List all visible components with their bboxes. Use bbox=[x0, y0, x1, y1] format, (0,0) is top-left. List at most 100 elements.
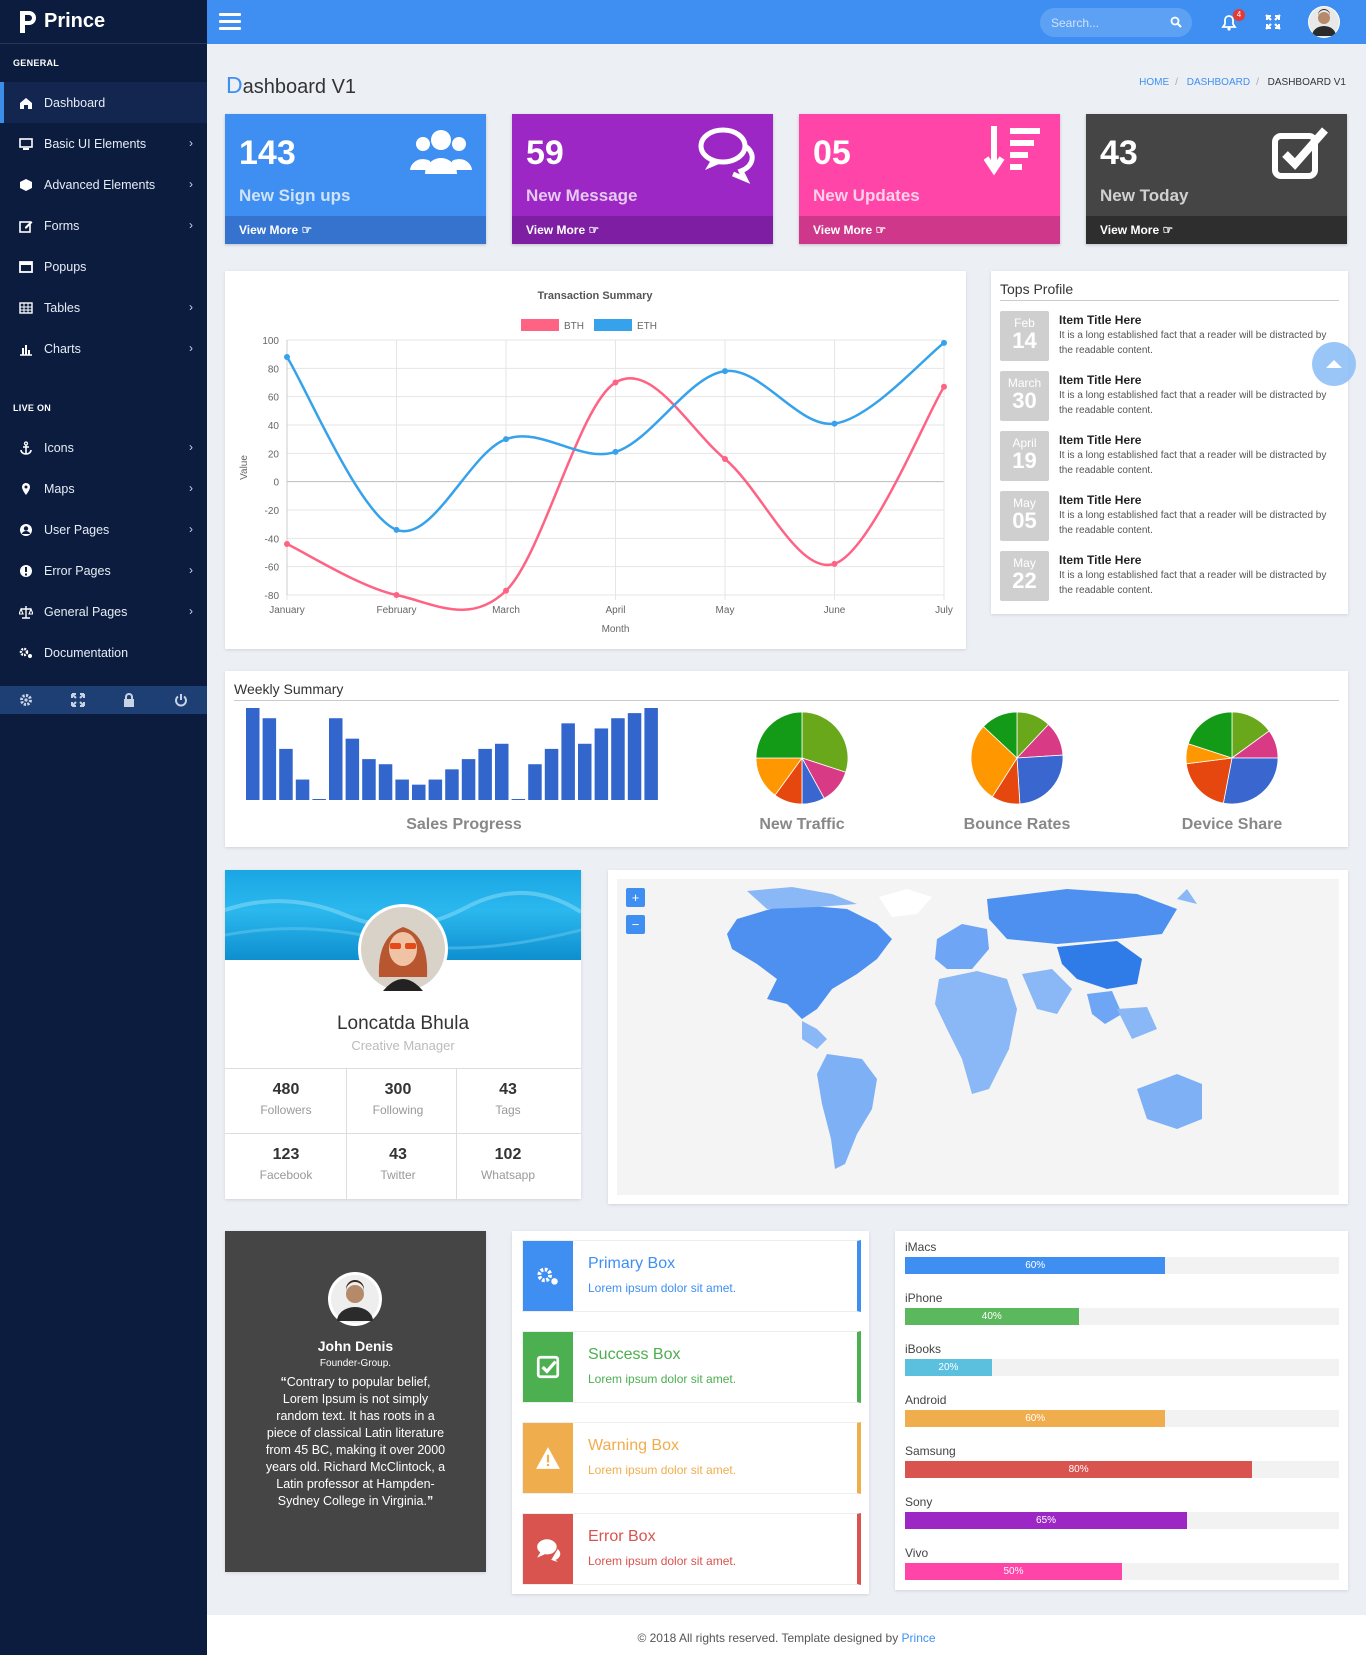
menu-toggle-icon[interactable] bbox=[219, 13, 241, 31]
sales-bar[interactable] bbox=[544, 748, 559, 800]
info-box-warning-box[interactable]: Warning Box Lorem ipsum dolor sit amet. bbox=[522, 1422, 861, 1494]
data-point-eth[interactable] bbox=[503, 436, 509, 443]
info-box-success-box[interactable]: Success Box Lorem ipsum dolor sit amet. bbox=[522, 1331, 861, 1403]
profile-stat-followers[interactable]: 480 Followers bbox=[231, 1081, 341, 1117]
sales-bar[interactable] bbox=[495, 743, 509, 800]
pie-chart-new-traffic bbox=[754, 710, 850, 806]
breadcrumb-home[interactable]: HOME bbox=[1139, 77, 1169, 88]
sidebar-item-icons[interactable]: Icons › bbox=[0, 427, 207, 468]
sales-bar[interactable] bbox=[262, 718, 277, 800]
map-zoom-out-button[interactable]: − bbox=[626, 915, 645, 934]
sales-bar[interactable] bbox=[312, 799, 326, 800]
data-point-eth[interactable] bbox=[393, 526, 400, 533]
profile-stat-facebook[interactable]: 123 Facebook bbox=[231, 1146, 341, 1182]
user-avatar[interactable] bbox=[1308, 6, 1340, 38]
sales-bar[interactable] bbox=[478, 748, 492, 800]
sales-bar[interactable] bbox=[395, 779, 409, 800]
view-more-link[interactable]: View More ☞ bbox=[512, 216, 773, 244]
search-input[interactable]: Search... bbox=[1040, 8, 1192, 37]
sales-bar[interactable] bbox=[511, 799, 526, 800]
sidebar-item-charts[interactable]: Charts › bbox=[0, 328, 207, 369]
data-point-eth[interactable] bbox=[284, 354, 290, 360]
lock-icon[interactable] bbox=[122, 693, 136, 707]
data-point-bth[interactable] bbox=[503, 587, 509, 594]
profile-avatar[interactable] bbox=[358, 904, 448, 994]
power-icon[interactable] bbox=[174, 693, 188, 707]
view-more-link[interactable]: View More ☞ bbox=[225, 216, 486, 244]
data-point-bth[interactable] bbox=[722, 456, 728, 462]
sidebar-item-user-pages[interactable]: User Pages › bbox=[0, 509, 207, 550]
settings-icon[interactable] bbox=[19, 693, 33, 707]
sidebar-item-dashboard[interactable]: Dashboard bbox=[0, 82, 207, 123]
box-title: Primary Box bbox=[588, 1255, 676, 1272]
sidebar-item-popups[interactable]: Popups bbox=[0, 246, 207, 287]
sales-bar[interactable] bbox=[345, 738, 360, 800]
table-icon bbox=[18, 301, 34, 315]
search-icon[interactable] bbox=[1170, 16, 1182, 28]
data-point-eth[interactable] bbox=[612, 448, 619, 455]
sidebar-item-forms[interactable]: Forms › bbox=[0, 205, 207, 246]
sidebar-item-general-pages[interactable]: General Pages › bbox=[0, 591, 207, 632]
sales-bar[interactable] bbox=[578, 743, 592, 800]
sales-bar[interactable] bbox=[561, 723, 575, 800]
sales-bar[interactable] bbox=[594, 728, 609, 800]
sales-bar[interactable] bbox=[412, 784, 426, 800]
world-map[interactable] bbox=[617, 879, 1339, 1195]
sales-bar[interactable] bbox=[362, 759, 376, 800]
sales-bar[interactable] bbox=[295, 779, 310, 800]
footer-brand-link[interactable]: Prince bbox=[902, 1631, 936, 1645]
sales-bar[interactable] bbox=[627, 713, 642, 800]
fullscreen-icon[interactable] bbox=[1264, 13, 1282, 31]
tops-profile-item[interactable]: May 05 Item Title Here It is a long estab… bbox=[1000, 491, 1366, 546]
data-point-bth[interactable] bbox=[612, 379, 619, 386]
info-box-error-box[interactable]: Error Box Lorem ipsum dolor sit amet. bbox=[522, 1513, 861, 1585]
sidebar-item-tables[interactable]: Tables › bbox=[0, 287, 207, 328]
sales-bar[interactable] bbox=[644, 708, 658, 800]
view-more-link[interactable]: View More ☞ bbox=[799, 216, 1060, 244]
sales-bar[interactable] bbox=[611, 718, 625, 800]
sales-bar[interactable] bbox=[246, 708, 260, 800]
sales-bar[interactable] bbox=[528, 764, 542, 800]
y-tick-label: 40 bbox=[268, 421, 280, 432]
sidebar-item-documentation[interactable]: Documentation bbox=[0, 632, 207, 673]
profile-stat-twitter[interactable]: 43 Twitter bbox=[343, 1146, 453, 1182]
data-point-bth[interactable] bbox=[284, 541, 290, 547]
pie-slice[interactable] bbox=[755, 711, 803, 759]
legend-swatch-eth[interactable] bbox=[594, 319, 632, 331]
profile-stat-tags[interactable]: 43 Tags bbox=[453, 1081, 563, 1117]
tops-profile-item[interactable]: May 22 Item Title Here It is a long estab… bbox=[1000, 551, 1366, 606]
sidebar-item-error-pages[interactable]: Error Pages › bbox=[0, 550, 207, 591]
data-point-eth[interactable] bbox=[722, 368, 728, 375]
sidebar-item-basic-ui-elements[interactable]: Basic UI Elements › bbox=[0, 123, 207, 164]
sales-bar[interactable] bbox=[445, 769, 459, 800]
legend-swatch-bth[interactable] bbox=[521, 319, 559, 331]
map-zoom-in-button[interactable]: + bbox=[626, 888, 645, 907]
sales-bar[interactable] bbox=[329, 718, 343, 800]
data-point-bth[interactable] bbox=[941, 383, 947, 390]
profile-stat-whatsapp[interactable]: 102 Whatsapp bbox=[453, 1146, 563, 1182]
brand[interactable]: Prince bbox=[0, 0, 207, 44]
sidebar-item-label: Tables bbox=[44, 300, 81, 315]
data-point-bth[interactable] bbox=[393, 592, 400, 598]
scroll-top-button[interactable] bbox=[1312, 342, 1356, 386]
pie-slice[interactable] bbox=[1222, 757, 1279, 805]
sidebar-item-label: Popups bbox=[44, 259, 87, 274]
sales-bar[interactable] bbox=[428, 779, 443, 800]
data-point-eth[interactable] bbox=[831, 420, 838, 427]
info-box-primary-box[interactable]: Primary Box Lorem ipsum dolor sit amet. bbox=[522, 1240, 861, 1312]
sidebar-item-advanced-elements[interactable]: Advanced Elements › bbox=[0, 164, 207, 205]
breadcrumb-dashboard[interactable]: DASHBOARD bbox=[1187, 77, 1250, 88]
fullscreen-icon[interactable] bbox=[70, 693, 85, 707]
sales-bar[interactable] bbox=[378, 764, 393, 800]
sales-bar[interactable] bbox=[279, 748, 293, 800]
sales-bar[interactable] bbox=[461, 759, 476, 800]
progress-label: Samsung bbox=[905, 1444, 956, 1458]
data-point-bth[interactable] bbox=[831, 560, 838, 567]
sidebar-item-maps[interactable]: Maps › bbox=[0, 468, 207, 509]
view-more-link[interactable]: View More ☞ bbox=[1086, 216, 1347, 244]
data-point-eth[interactable] bbox=[941, 339, 947, 346]
tops-profile-item[interactable]: April 19 Item Title Here It is a long est… bbox=[1000, 431, 1366, 486]
stat-label: New Sign ups bbox=[239, 186, 351, 205]
pie-slice[interactable] bbox=[1016, 754, 1064, 805]
profile-stat-following[interactable]: 300 Following bbox=[343, 1081, 453, 1117]
